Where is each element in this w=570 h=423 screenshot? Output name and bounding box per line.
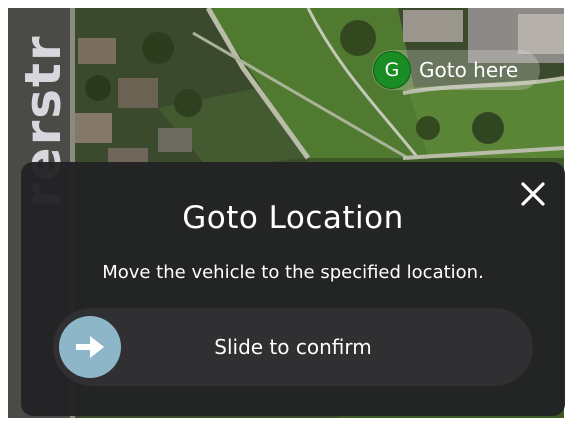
arrow-right-icon xyxy=(76,336,104,358)
goto-marker-icon: G xyxy=(373,51,411,89)
goto-location-dialog: Goto Location Move the vehicle to the sp… xyxy=(21,162,565,416)
app-window: rerstr G Goto here Goto Location Move th… xyxy=(0,0,570,423)
goto-here-marker[interactable]: G Goto here xyxy=(372,50,540,90)
goto-here-label: Goto here xyxy=(419,58,519,82)
slider-thumb[interactable] xyxy=(59,316,121,378)
slider-label: Slide to confirm xyxy=(214,335,372,359)
dialog-message: Move the vehicle to the specified locati… xyxy=(102,262,484,283)
slide-to-confirm-slider[interactable]: Slide to confirm xyxy=(53,308,533,386)
dialog-title: Goto Location xyxy=(182,200,404,236)
